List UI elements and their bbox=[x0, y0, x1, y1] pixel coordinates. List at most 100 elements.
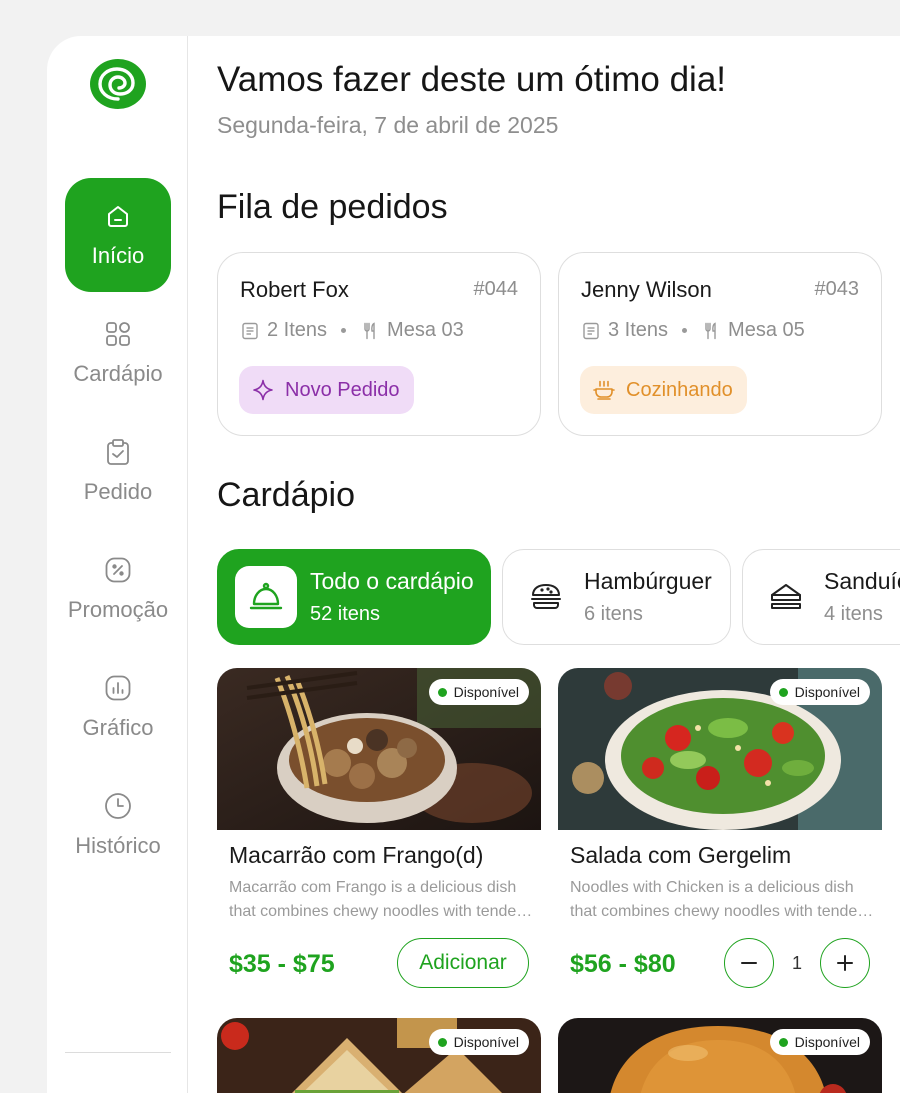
availability-badge: Disponível bbox=[769, 1029, 870, 1055]
category-count: 52 itens bbox=[310, 603, 381, 625]
menu-item-card[interactable]: Disponível bbox=[558, 1018, 882, 1093]
sidebar-item-label: Histórico bbox=[75, 833, 161, 858]
order-number: #044 bbox=[473, 278, 519, 300]
order-card[interactable]: Robert Fox #044 2 Itens Mesa 03 Novo Ped… bbox=[217, 252, 541, 436]
sandwich-icon bbox=[771, 584, 801, 609]
sidebar-divider bbox=[65, 1052, 171, 1053]
menu-item-price: $35 - $75 bbox=[229, 950, 335, 978]
app-window: Início Cardápio Pedido Promoção Gráfico … bbox=[47, 36, 900, 1093]
order-items-count: 2 Itens bbox=[267, 319, 328, 341]
status-badge-cooking: Cozinhando bbox=[580, 366, 747, 414]
menu-item-price: $56 - $80 bbox=[570, 950, 676, 978]
availability-label: Disponível bbox=[453, 684, 519, 700]
clock-icon bbox=[105, 793, 131, 819]
category-tab-burger[interactable]: Hambúrguer 6 itens bbox=[502, 549, 731, 645]
order-number: #043 bbox=[814, 278, 860, 300]
category-tab-sandwich[interactable]: Sanduíche 4 itens bbox=[742, 549, 900, 645]
quantity-value: 1 bbox=[791, 952, 802, 973]
sidebar: Início Cardápio Pedido Promoção Gráfico … bbox=[47, 36, 188, 1093]
status-badge-new-order: Novo Pedido bbox=[239, 366, 414, 414]
logo bbox=[90, 59, 146, 109]
description-line: that combines chewy noodles with tender … bbox=[570, 903, 874, 920]
availability-label: Disponível bbox=[794, 1034, 860, 1050]
cutlery-icon bbox=[364, 321, 375, 339]
cloche-icon bbox=[249, 582, 283, 610]
description-line: Noodles with Chicken is a delicious dish bbox=[570, 879, 854, 896]
cooking-pot-icon bbox=[593, 380, 615, 400]
quantity-stepper: 1 bbox=[724, 938, 870, 988]
increment-button[interactable] bbox=[820, 938, 870, 988]
status-label: Cozinhando bbox=[626, 378, 733, 401]
sandwich-icon-box bbox=[761, 566, 811, 628]
separator-dot bbox=[341, 328, 347, 333]
food-image: Disponível bbox=[217, 1018, 541, 1093]
category-name: Todo o cardápio bbox=[310, 568, 474, 594]
description-line: Macarrão com Frango is a delicious dish bbox=[229, 879, 517, 896]
sidebar-item-label: Promoção bbox=[67, 597, 169, 622]
order-items-count: 3 Itens bbox=[608, 319, 669, 341]
sidebar-item-grafico[interactable]: Gráfico bbox=[65, 650, 171, 764]
menu-item-description: Macarrão com Frango is a delicious dish … bbox=[229, 876, 533, 924]
order-table: Mesa 05 bbox=[728, 319, 805, 341]
menu-item-title: Salada com Gergelim bbox=[570, 842, 792, 868]
menu-item-card[interactable]: Disponível Macarrão com Frango(d) Macarr… bbox=[217, 668, 541, 1008]
separator-dot bbox=[682, 328, 688, 333]
chart-icon bbox=[105, 675, 131, 701]
food-image: Disponível bbox=[558, 668, 882, 830]
sidebar-item-historico[interactable]: Histórico bbox=[65, 768, 171, 882]
available-dot bbox=[437, 1037, 447, 1047]
receipt-icon bbox=[242, 322, 258, 339]
burger-icon-box bbox=[521, 566, 571, 628]
receipt-icon bbox=[583, 322, 599, 339]
available-dot bbox=[437, 687, 447, 697]
category-name: Hambúrguer bbox=[584, 568, 712, 594]
availability-label: Disponível bbox=[453, 1034, 519, 1050]
order-card[interactable]: Jenny Wilson #043 3 Itens Mesa 05 Cozinh… bbox=[558, 252, 882, 436]
food-image: Disponível bbox=[217, 668, 541, 830]
sidebar-item-inicio[interactable]: Início bbox=[65, 178, 171, 292]
sidebar-item-label: Pedido bbox=[83, 479, 153, 504]
clipboard-icon bbox=[107, 439, 129, 465]
cutlery-icon bbox=[705, 321, 716, 339]
order-customer-name: Robert Fox bbox=[240, 277, 349, 302]
availability-label: Disponível bbox=[794, 684, 860, 700]
food-image: Disponível bbox=[558, 1018, 882, 1093]
sidebar-item-cardapio[interactable]: Cardápio bbox=[65, 296, 171, 410]
availability-badge: Disponível bbox=[769, 679, 870, 705]
category-tab-all[interactable]: Todo o cardápio 52 itens bbox=[217, 549, 491, 645]
order-table: Mesa 03 bbox=[387, 319, 464, 341]
cloche-icon-box bbox=[235, 566, 297, 628]
menu-item-card[interactable]: Disponível Salada com Gergelim Noodles w… bbox=[558, 668, 882, 1008]
category-name: Sanduíche bbox=[824, 568, 900, 594]
available-dot bbox=[778, 687, 788, 697]
category-count: 4 itens bbox=[824, 603, 883, 625]
grid-icon bbox=[106, 322, 130, 346]
status-label: Novo Pedido bbox=[285, 378, 400, 401]
discount-icon bbox=[105, 557, 131, 583]
decrement-button[interactable] bbox=[724, 938, 774, 988]
add-button[interactable]: Adicionar bbox=[397, 938, 529, 988]
orders-section-title: Fila de pedidos bbox=[217, 188, 448, 226]
sidebar-item-pedido[interactable]: Pedido bbox=[65, 414, 171, 528]
available-dot bbox=[778, 1037, 788, 1047]
sidebar-item-promocao[interactable]: Promoção bbox=[65, 532, 171, 646]
availability-badge: Disponível bbox=[428, 1029, 529, 1055]
home-icon bbox=[108, 206, 128, 227]
description-line: that combines chewy noodles with tender … bbox=[229, 903, 533, 920]
menu-item-title: Macarrão com Frango(d) bbox=[229, 842, 484, 868]
order-customer-name: Jenny Wilson bbox=[581, 277, 712, 302]
category-count: 6 itens bbox=[584, 603, 643, 625]
sidebar-item-label: Gráfico bbox=[82, 715, 154, 740]
menu-item-card[interactable]: Disponível bbox=[217, 1018, 541, 1093]
order-meta: 3 Itens Mesa 05 bbox=[581, 319, 805, 342]
minus-icon bbox=[741, 962, 757, 964]
sparkle-icon bbox=[253, 379, 273, 401]
order-meta: 2 Itens Mesa 03 bbox=[240, 319, 464, 342]
main-content: Vamos fazer deste um ótimo dia! Segunda-… bbox=[217, 36, 900, 1093]
burger-icon bbox=[531, 584, 561, 609]
menu-section-title: Cardápio bbox=[217, 476, 355, 514]
plus-icon bbox=[837, 955, 853, 971]
page-title: Vamos fazer deste um ótimo dia! bbox=[217, 60, 727, 99]
availability-badge: Disponível bbox=[428, 679, 529, 705]
menu-item-description: Noodles with Chicken is a delicious dish… bbox=[570, 876, 874, 924]
